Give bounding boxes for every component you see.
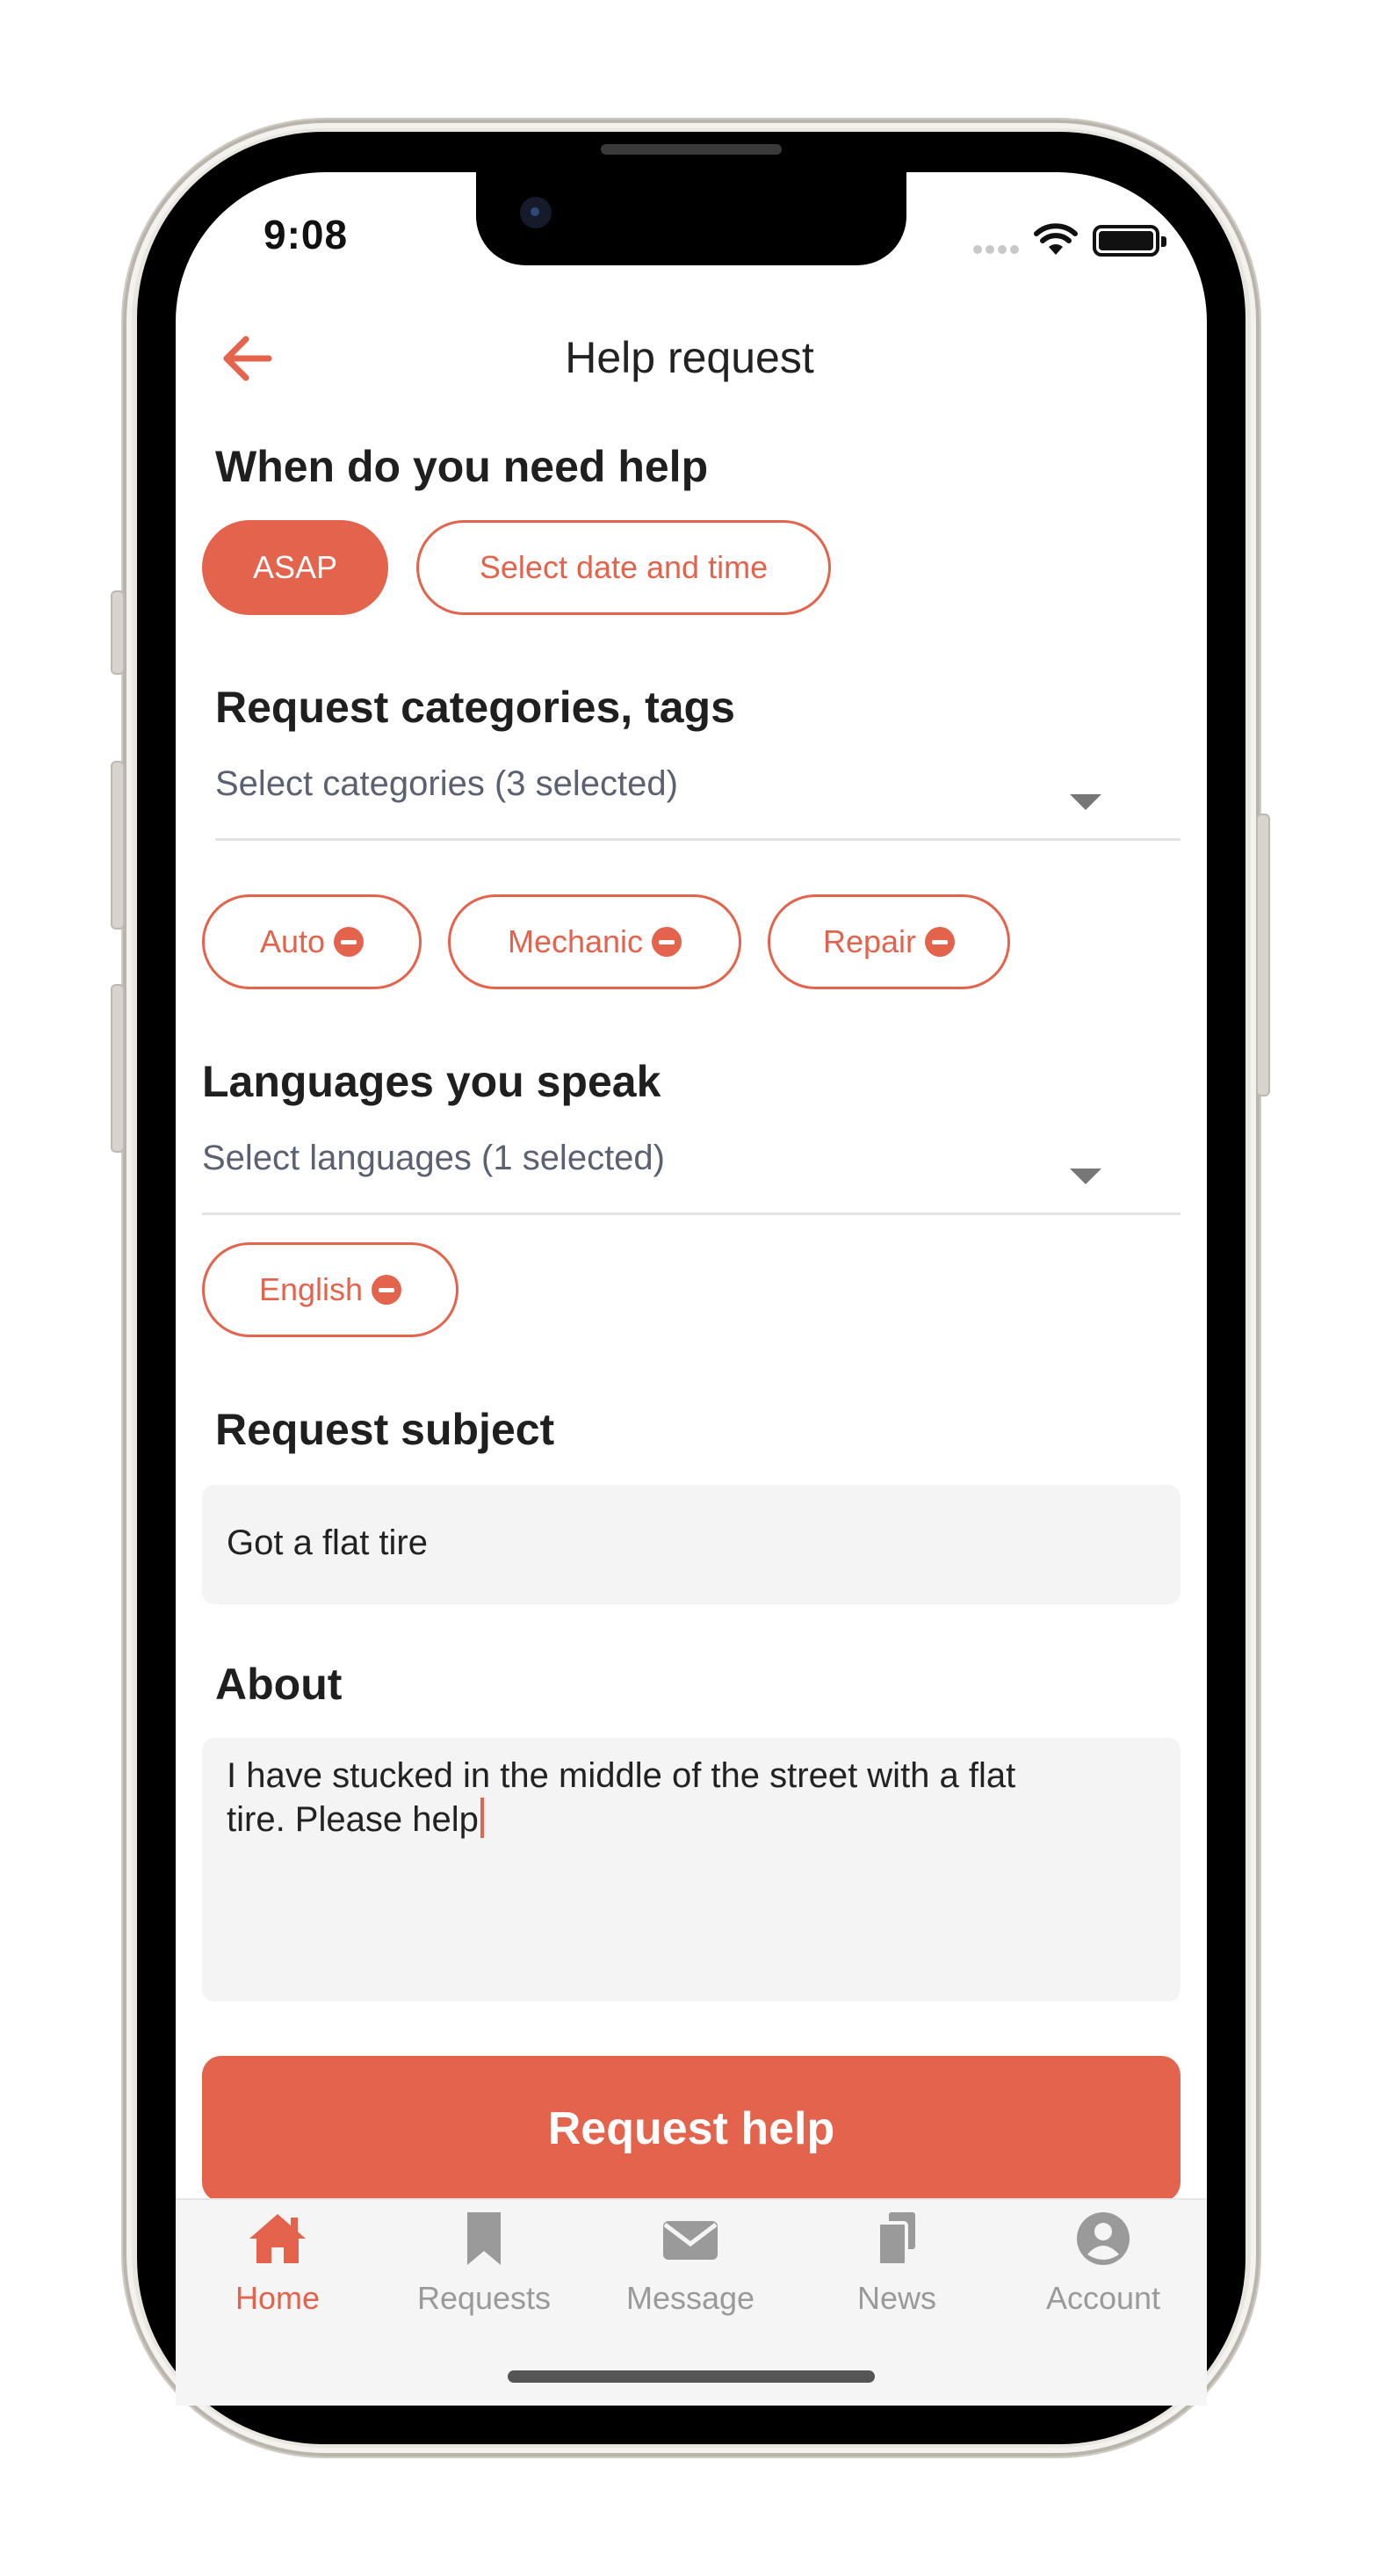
about-textarea[interactable]: I have stucked in the middle of the stre… xyxy=(202,1738,1180,2001)
about-section-title: About xyxy=(215,1660,343,1709)
status-time: 9:08 xyxy=(264,212,349,257)
remove-icon[interactable] xyxy=(652,927,682,957)
tab-account[interactable]: Account xyxy=(1015,2211,1191,2317)
remove-icon[interactable] xyxy=(372,1275,402,1305)
when-section-title: When do you need help xyxy=(215,442,709,491)
category-chip-repair[interactable]: Repair xyxy=(768,894,1010,989)
power-button xyxy=(1256,814,1270,1096)
home-icon xyxy=(249,2214,306,2263)
subject-value: Got a flat tire xyxy=(227,1523,428,1562)
category-chip-mechanic[interactable]: Mechanic xyxy=(448,894,741,989)
language-chip-english[interactable]: English xyxy=(202,1242,458,1337)
tab-label: Requests xyxy=(416,2280,552,2316)
category-chip-auto[interactable]: Auto xyxy=(202,894,422,989)
account-icon xyxy=(1077,2212,1130,2265)
tab-label: News xyxy=(856,2280,937,2316)
categories-section-title: Request categories, tags xyxy=(215,683,735,732)
subject-section-title: Request subject xyxy=(215,1405,555,1454)
subject-input[interactable]: Got a flat tire xyxy=(202,1485,1180,1604)
remove-icon[interactable] xyxy=(334,927,365,957)
battery-icon xyxy=(1093,225,1166,257)
about-line-1: I have stucked in the middle of the stre… xyxy=(227,1756,1016,1795)
bookmark-icon xyxy=(467,2212,501,2265)
tab-message[interactable]: Message xyxy=(603,2211,778,2317)
categories-dropdown[interactable]: Select categories (3 selected) xyxy=(215,764,678,804)
select-date-time-button[interactable]: Select date and time xyxy=(416,520,831,615)
tab-label: Message xyxy=(625,2280,755,2316)
remove-icon[interactable] xyxy=(925,927,956,957)
documents-icon xyxy=(877,2212,915,2267)
mute-switch xyxy=(111,590,125,675)
request-help-button[interactable]: Request help xyxy=(202,2056,1180,2202)
tab-news[interactable]: News xyxy=(809,2211,985,2317)
categories-divider xyxy=(215,838,1180,841)
asap-option-button[interactable]: ASAP xyxy=(202,520,388,615)
envelope-icon xyxy=(663,2221,718,2260)
wifi-icon xyxy=(1034,223,1078,255)
page-title: Help request xyxy=(565,333,814,382)
chip-label: Auto xyxy=(259,923,326,959)
languages-dropdown[interactable]: Select languages (1 selected) xyxy=(202,1139,665,1178)
about-line-2: tire. Please help xyxy=(227,1800,479,1839)
tab-label: Home xyxy=(235,2280,321,2316)
chip-label: Mechanic xyxy=(507,923,644,959)
speaker-grille xyxy=(601,144,782,155)
languages-section-title: Languages you speak xyxy=(202,1057,661,1106)
volume-down-button xyxy=(111,984,125,1153)
chevron-down-icon[interactable] xyxy=(1070,1169,1101,1184)
about-value: I have stucked in the middle of the stre… xyxy=(227,1754,1015,1842)
chip-label: Repair xyxy=(822,923,917,959)
languages-divider xyxy=(202,1212,1180,1215)
signal-icon xyxy=(973,242,1022,254)
volume-up-button xyxy=(111,761,125,930)
tab-requests[interactable]: Requests xyxy=(396,2211,572,2317)
tab-label: Account xyxy=(1045,2280,1161,2316)
tab-home[interactable]: Home xyxy=(190,2211,365,2317)
text-cursor xyxy=(480,1798,484,1838)
chevron-down-icon[interactable] xyxy=(1070,794,1101,810)
chip-label: English xyxy=(258,1271,364,1307)
camera-icon xyxy=(520,197,552,228)
home-indicator[interactable] xyxy=(508,2370,875,2383)
